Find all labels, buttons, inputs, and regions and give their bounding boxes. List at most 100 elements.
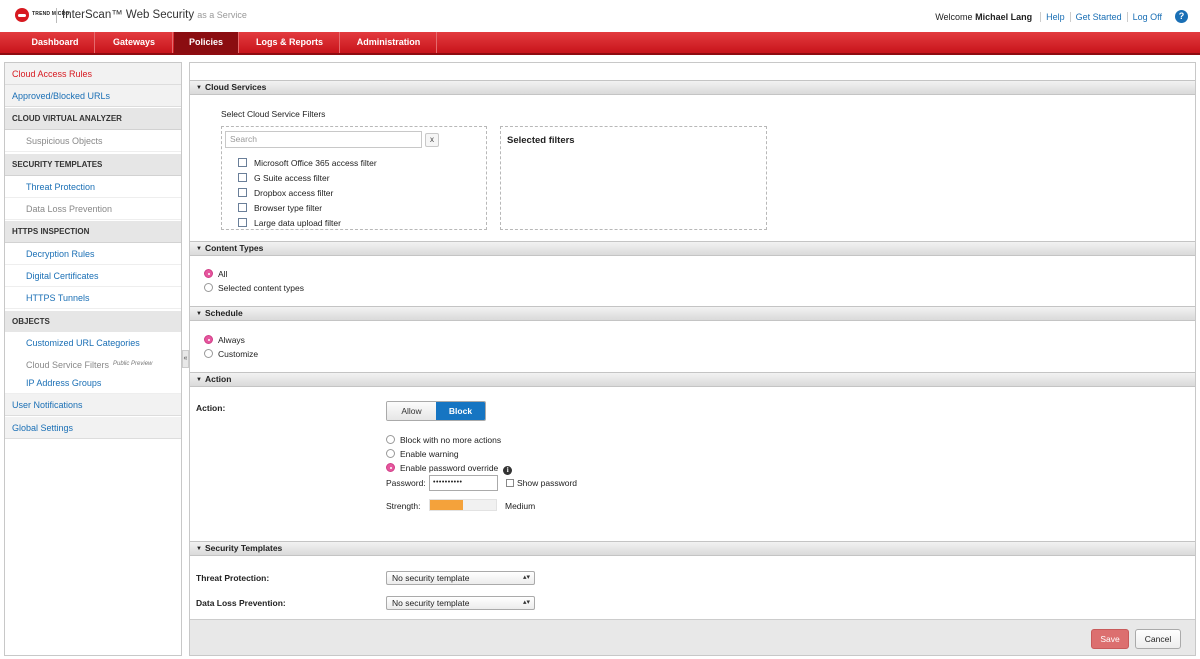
sidebar-section-cloud-virtual-analyzer[interactable]: CLOUD VIRTUAL ANALYZER (5, 108, 181, 130)
search-clear-button[interactable]: x (425, 133, 439, 147)
checkbox[interactable] (238, 188, 247, 197)
filter-option[interactable]: Dropbox access filter (238, 188, 333, 198)
checkbox[interactable] (506, 479, 514, 487)
schedule-header[interactable]: ▼ Schedule (190, 306, 1195, 321)
tab-dashboard[interactable]: Dashboard (16, 32, 95, 53)
user-name: Michael Lang (975, 11, 1033, 22)
security-templates-header[interactable]: ▼ Security Templates (190, 541, 1195, 556)
help-icon[interactable]: ? (1175, 10, 1188, 23)
sidebar-collapse-handle[interactable]: « (182, 350, 189, 368)
sidebar-item-threat-protection[interactable]: Threat Protection (5, 176, 181, 198)
select-value: No security template (392, 598, 470, 608)
action-header[interactable]: ▼ Action (190, 372, 1195, 387)
show-password-option[interactable]: Show password (506, 478, 577, 488)
block-no-more-actions-option[interactable]: Block with no more actions (386, 435, 501, 445)
block-button[interactable]: Block (436, 402, 485, 420)
threat-protection-label: Threat Protection: (196, 573, 270, 583)
radio-button[interactable] (204, 283, 213, 292)
sidebar-item-customized-url-categories[interactable]: Customized URL Categories (5, 332, 181, 354)
content-type-selected-option[interactable]: Selected content types (204, 283, 304, 293)
filter-option-label: Microsoft Office 365 access filter (254, 158, 377, 168)
product-suffix: as a Service (197, 10, 247, 20)
sidebar-item-https-tunnels[interactable]: HTTPS Tunnels (5, 287, 181, 309)
checkbox[interactable] (238, 158, 247, 167)
tab-logs-reports[interactable]: Logs & Reports (240, 32, 340, 53)
schedule-always-option[interactable]: Always (204, 335, 245, 345)
tab-gateways[interactable]: Gateways (96, 32, 173, 53)
sidebar-item-cloud-access-rules[interactable]: Cloud Access Rules (5, 63, 181, 85)
content-types-header[interactable]: ▼ Content Types (190, 241, 1195, 256)
filter-option[interactable]: Microsoft Office 365 access filter (238, 158, 377, 168)
log-off-link[interactable]: Log Off (1126, 11, 1167, 22)
sidebar-item-user-notifications[interactable]: User Notifications (5, 394, 181, 416)
help-link[interactable]: Help (1040, 11, 1070, 22)
radio-button[interactable] (204, 269, 213, 278)
action-label: Action: (196, 403, 226, 413)
dlp-select[interactable]: No security template ▴▾ (386, 596, 535, 610)
radio-label: Enable warning (400, 449, 459, 459)
sidebar: Cloud Access Rules Approved/Blocked URLs… (4, 62, 182, 656)
dlp-label: Data Loss Prevention: (196, 598, 286, 608)
schedule-title: Schedule (204, 308, 243, 318)
collapse-triangle-icon: ▼ (196, 311, 202, 317)
radio-label: Customize (218, 349, 259, 359)
filter-option[interactable]: Browser type filter (238, 203, 322, 213)
select-filters-label: Select Cloud Service Filters (221, 109, 326, 119)
radio-label: All (218, 269, 228, 279)
tab-policies[interactable]: Policies (174, 32, 239, 53)
filter-option-label: Large data upload filter (254, 218, 341, 228)
checkbox[interactable] (238, 203, 247, 212)
sidebar-item-digital-certificates[interactable]: Digital Certificates (5, 265, 181, 287)
filter-search-input[interactable]: Search (225, 131, 422, 148)
header-user-links: Welcome Michael Lang Help Get Started Lo… (935, 10, 1188, 23)
info-icon[interactable]: i (503, 466, 513, 475)
password-input[interactable]: •••••••••• (429, 475, 498, 491)
radio-button[interactable] (386, 463, 395, 472)
strength-value: Medium (505, 501, 536, 511)
security-templates-title: Security Templates (204, 543, 283, 553)
radio-button[interactable] (386, 449, 395, 458)
filter-option[interactable]: Large data upload filter (238, 218, 341, 228)
strength-label: Strength: (386, 501, 421, 511)
schedule-customize-option[interactable]: Customize (204, 349, 258, 359)
cancel-button[interactable]: Cancel (1135, 629, 1181, 649)
content-type-all-option[interactable]: All (204, 269, 227, 279)
save-button[interactable]: Save (1091, 629, 1129, 649)
radio-button[interactable] (386, 435, 395, 444)
cloud-services-title: Cloud Services (204, 82, 267, 92)
enable-password-override-option[interactable]: Enable password override i (386, 463, 513, 475)
main-nav: Dashboard Gateways Policies Logs & Repor… (0, 32, 1200, 55)
sidebar-section-objects[interactable]: OBJECTS (5, 311, 181, 333)
radio-button[interactable] (204, 335, 213, 344)
allow-button[interactable]: Allow (387, 402, 436, 420)
sidebar-item-global-settings[interactable]: Global Settings (5, 417, 181, 439)
content-types-title: Content Types (204, 243, 264, 253)
password-label: Password: (386, 478, 426, 488)
get-started-link[interactable]: Get Started (1069, 11, 1127, 22)
sidebar-section-security-templates[interactable]: SECURITY TEMPLATES (5, 154, 181, 176)
available-filters-box: Search x Microsoft Office 365 access fil… (221, 126, 487, 230)
radio-label: Selected content types (218, 283, 305, 293)
enable-warning-option[interactable]: Enable warning (386, 449, 459, 459)
trend-micro-logo-icon (15, 8, 29, 22)
threat-protection-select[interactable]: No security template ▴▾ (386, 571, 535, 585)
selected-filters-box: Selected filters (500, 126, 767, 230)
filter-option[interactable]: G Suite access filter (238, 173, 330, 183)
checkbox-label: Show password (517, 478, 578, 488)
sidebar-item-approved-blocked-urls[interactable]: Approved/Blocked URLs (5, 85, 181, 107)
sidebar-item-suspicious-objects: Suspicious Objects (5, 130, 181, 152)
checkbox[interactable] (238, 218, 247, 227)
radio-button[interactable] (204, 349, 213, 358)
sidebar-item-data-loss-prevention: Data Loss Prevention (5, 198, 181, 220)
cloud-service-filters-label: Cloud Service Filters (26, 360, 110, 370)
select-arrows-icon: ▴▾ (522, 574, 530, 581)
password-strength-fill (430, 500, 463, 510)
sidebar-section-https-inspection[interactable]: HTTPS INSPECTION (5, 221, 181, 243)
sidebar-item-decryption-rules[interactable]: Decryption Rules (5, 243, 181, 265)
welcome-prefix: Welcome (935, 11, 973, 22)
tab-administration[interactable]: Administration (341, 32, 437, 53)
sidebar-item-ip-address-groups[interactable]: IP Address Groups (5, 372, 181, 394)
cloud-services-header[interactable]: ▼ Cloud Services (190, 80, 1195, 95)
action-toggle: Allow Block (386, 401, 486, 421)
checkbox[interactable] (238, 173, 247, 182)
